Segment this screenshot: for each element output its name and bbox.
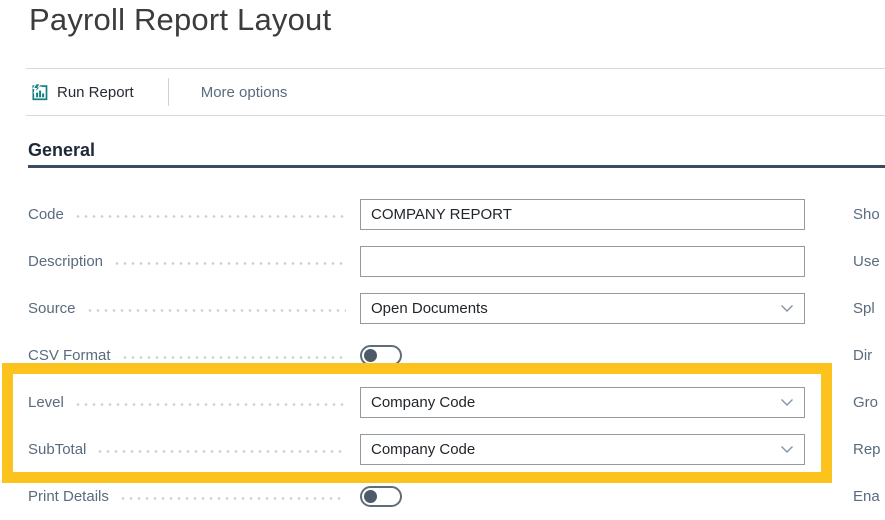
right-column-field-label: Spl (853, 285, 881, 332)
csv-format-toggle[interactable] (360, 345, 402, 366)
general-section-title: General (28, 140, 95, 160)
form-row-csv-format: CSV Format (28, 332, 805, 379)
action-bar: Run Report More options (30, 77, 287, 107)
field-value: Company Code (371, 394, 475, 411)
right-column-field-label: Ena (853, 473, 881, 520)
chevron-down-icon (780, 398, 794, 407)
level-select[interactable]: Company Code (360, 387, 805, 418)
toggle-knob (364, 349, 377, 362)
dotted-leader (74, 403, 346, 406)
field-control (360, 486, 805, 507)
description-input[interactable] (360, 246, 805, 277)
field-value: Open Documents (371, 300, 488, 317)
field-label-csv-format: CSV Format (28, 347, 111, 364)
source-select[interactable]: Open Documents (360, 293, 805, 324)
run-report-label: Run Report (57, 84, 134, 101)
field-label-subtotal: SubTotal (28, 441, 86, 458)
more-options-button[interactable]: More options (201, 84, 288, 101)
chevron-down-icon (780, 304, 794, 313)
right-column-field-label: Rep (853, 426, 881, 473)
chevron-down-icon (780, 445, 794, 454)
dotted-leader (86, 309, 346, 312)
code-input[interactable]: COMPANY REPORT (360, 199, 805, 230)
form-row-code: Code COMPANY REPORT (28, 191, 805, 238)
payroll-report-layout-page: Payroll Report Layout Run Report More op… (0, 0, 885, 514)
right-column-field-label: Gro (853, 379, 881, 426)
field-label-code: Code (28, 206, 64, 223)
field-label-print-details: Print Details (28, 488, 109, 505)
dotted-leader (74, 215, 346, 218)
dotted-leader (96, 450, 346, 453)
form-row-level: Level Company Code (28, 379, 805, 426)
dotted-leader (113, 262, 346, 265)
right-column-field-label: Use (853, 238, 881, 285)
print-details-toggle[interactable] (360, 486, 402, 507)
report-lightning-icon (30, 83, 49, 102)
field-label-level: Level (28, 394, 64, 411)
right-column-labels: ShoUseSplDirGroRepEna (853, 191, 881, 520)
form-rows: Code COMPANY REPORT Description Source Open … (28, 191, 805, 520)
dotted-leader (119, 497, 346, 500)
field-control: COMPANY REPORT (360, 199, 805, 230)
general-section-underline (28, 165, 885, 168)
toggle-knob (364, 490, 377, 503)
form-row-source: Source Open Documents (28, 285, 805, 332)
field-control (360, 246, 805, 277)
form-row-subtotal: SubTotal Company Code (28, 426, 805, 473)
field-control: Company Code (360, 387, 805, 418)
toolbar-separator (168, 78, 169, 106)
field-label-source: Source (28, 300, 76, 317)
field-control: Open Documents (360, 293, 805, 324)
form-row-description: Description (28, 238, 805, 285)
toolbar-bottom-divider (26, 115, 885, 116)
general-section-header[interactable]: General (28, 140, 95, 161)
field-control: Company Code (360, 434, 805, 465)
run-report-button[interactable]: Run Report (30, 83, 134, 102)
field-value: COMPANY REPORT (371, 206, 512, 223)
dotted-leader (121, 356, 346, 359)
right-column-field-label: Sho (853, 191, 881, 238)
toolbar-top-divider (26, 68, 885, 69)
right-column-field-label: Dir (853, 332, 881, 379)
field-control (360, 345, 805, 366)
page-title: Payroll Report Layout (29, 2, 331, 38)
form-row-print-details: Print Details (28, 473, 805, 520)
field-value: Company Code (371, 441, 475, 458)
subtotal-select[interactable]: Company Code (360, 434, 805, 465)
field-label-description: Description (28, 253, 103, 270)
